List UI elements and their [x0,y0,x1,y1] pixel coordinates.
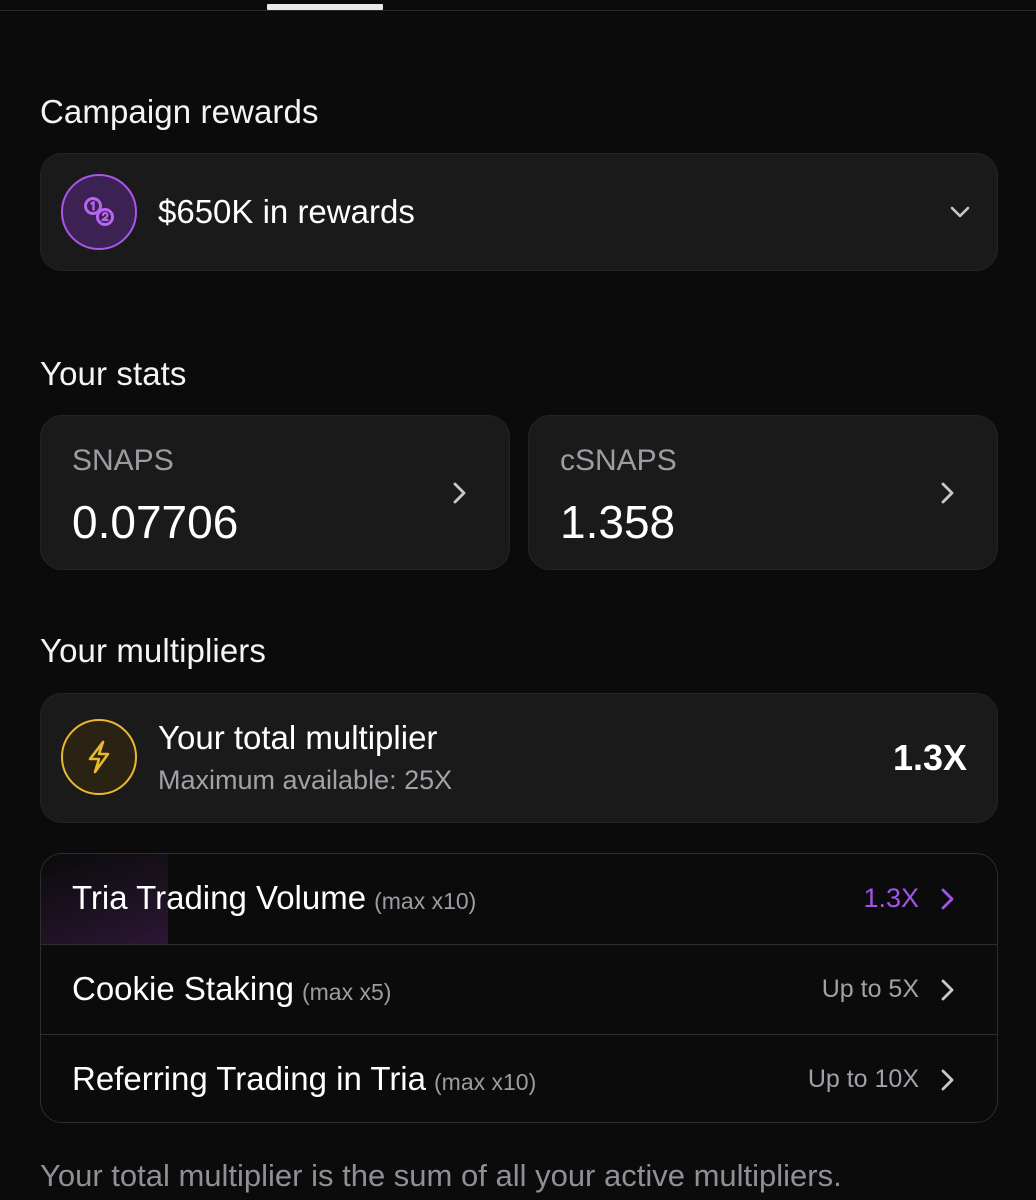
multiplier-row-tria-trading-volume[interactable]: Tria Trading Volume (max x10) 1.3X [41,854,997,944]
multiplier-label: Referring Trading in Tria (max x10) [72,1059,536,1102]
chevron-right-icon [941,979,954,1001]
chevron-right-icon [941,888,954,910]
total-multiplier-card: Your total multiplier Maximum available:… [40,693,998,823]
stat-card-csnaps[interactable]: cSNAPS 1.358 [528,415,998,570]
chevron-right-icon [941,1069,954,1091]
coins-icon [61,174,137,250]
lightning-bolt-icon [61,719,137,795]
stat-label: cSNAPS [560,444,677,477]
multiplier-value: 1.3X [863,883,919,913]
multiplier-name: Referring Trading in Tria [72,1060,426,1097]
rewards-amount-label: $650K in rewards [158,193,415,230]
multiplier-max: (max x10) [374,888,477,914]
multiplier-list: Tria Trading Volume (max x10) 1.3X Cookie… [40,853,998,1123]
total-multiplier-title: Your total multiplier [158,719,438,756]
multiplier-label: Cookie Staking (max x5) [72,969,391,1012]
campaign-rewards-heading: Campaign rewards [40,93,319,130]
active-tab-indicator [267,4,383,10]
stat-label: SNAPS [72,444,174,477]
total-multiplier-value: 1.3X [892,737,967,778]
maximum-available-label: Maximum available: 25X [158,765,453,795]
chevron-right-icon [941,482,954,504]
stat-card-snaps[interactable]: SNAPS 0.07706 [40,415,510,570]
multiplier-name: Cookie Staking [72,970,294,1007]
multiplier-label: Tria Trading Volume (max x10) [72,878,476,921]
chevron-right-icon [453,482,466,504]
multiplier-max: (max x10) [434,1069,537,1095]
tab-bar-divider [0,10,1036,11]
rewards-dropdown[interactable]: $650K in rewards [40,153,998,271]
multiplier-value: Up to 5X [821,975,919,1003]
multiplier-row-cookie-staking[interactable]: Cookie Staking (max x5) Up to 5X [41,944,997,1034]
stat-value: 1.358 [560,496,676,548]
stat-value: 0.07706 [72,496,239,548]
multiplier-footnote: Your total multiplier is the sum of all … [40,1158,842,1193]
your-multipliers-heading: Your multipliers [40,632,266,669]
multiplier-row-referring-trading[interactable]: Referring Trading in Tria (max x10) Up to… [41,1034,997,1122]
your-stats-heading: Your stats [40,355,187,392]
multiplier-value: Up to 10X [807,1065,919,1093]
multiplier-max: (max x5) [301,979,392,1005]
multiplier-name: Tria Trading Volume [72,879,367,916]
chevron-down-icon [950,206,970,218]
